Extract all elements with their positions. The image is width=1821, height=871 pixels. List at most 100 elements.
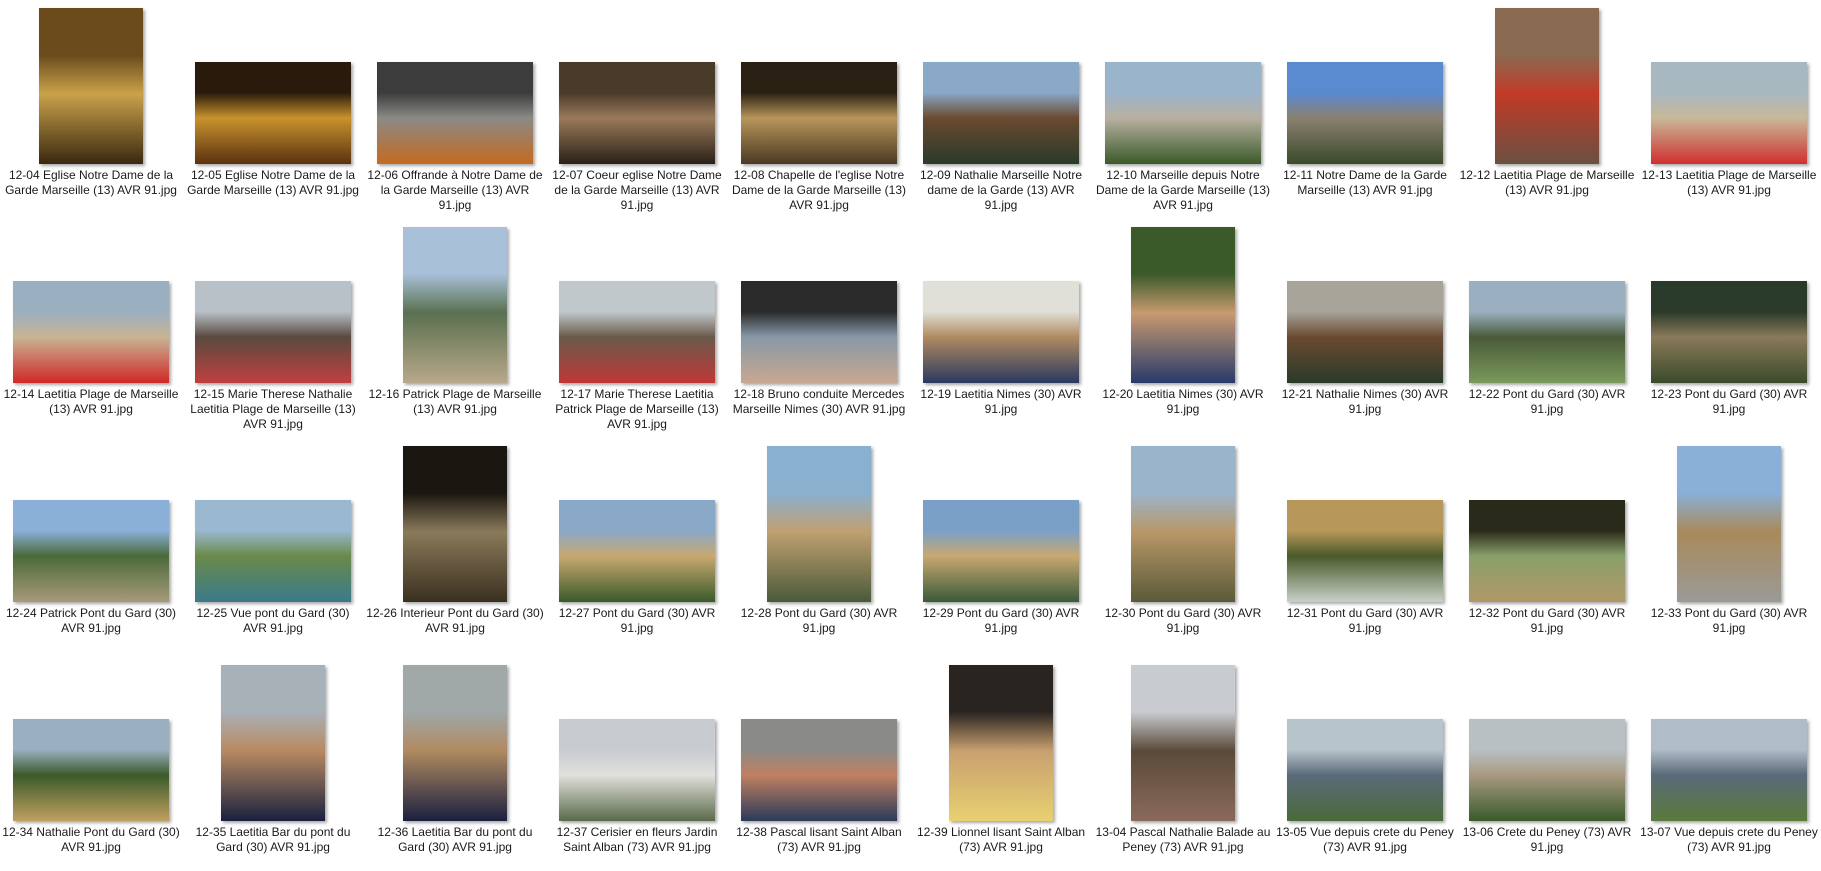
- file-item[interactable]: 13-05 Vue depuis crete du Peney (73) AVR…: [1274, 661, 1456, 871]
- file-name-label: 12-33 Pont du Gard (30) AVR 91.jpg: [1650, 606, 1808, 635]
- file-item[interactable]: 12-39 Lionnel lisant Saint Alban (73) AV…: [910, 661, 1092, 871]
- file-item[interactable]: 12-23 Pont du Gard (30) AVR 91.jpg: [1638, 223, 1820, 433]
- photo-thumbnail[interactable]: [221, 665, 325, 821]
- file-item[interactable]: 12-30 Pont du Gard (30) AVR 91.jpg: [1092, 442, 1274, 652]
- file-item[interactable]: 13-07 Vue depuis crete du Peney (73) AVR…: [1638, 661, 1820, 871]
- file-item[interactable]: 12-12 Laetitia Plage de Marseille (13) A…: [1456, 4, 1638, 214]
- file-item[interactable]: 12-18 Bruno conduite Mercedes Marseille …: [728, 223, 910, 433]
- thumbnail-frame: [364, 4, 546, 164]
- photo-thumbnail[interactable]: [1495, 8, 1599, 164]
- photo-thumbnail[interactable]: [1651, 62, 1807, 164]
- photo-thumbnail[interactable]: [13, 500, 169, 602]
- photo-thumbnail[interactable]: [195, 281, 351, 383]
- file-item[interactable]: 12-21 Nathalie Nimes (30) AVR 91.jpg: [1274, 223, 1456, 433]
- photo-thumbnail[interactable]: [195, 500, 351, 602]
- file-item[interactable]: 12-38 Pascal lisant Saint Alban (73) AVR…: [728, 661, 910, 871]
- file-item[interactable]: 12-20 Laetitia Nimes (30) AVR 91.jpg: [1092, 223, 1274, 433]
- file-item[interactable]: 12-13 Laetitia Plage de Marseille (13) A…: [1638, 4, 1820, 214]
- photo-thumbnail[interactable]: [1469, 500, 1625, 602]
- file-item[interactable]: 12-16 Patrick Plage de Marseille (13) AV…: [364, 223, 546, 433]
- photo-thumbnail[interactable]: [1287, 62, 1443, 164]
- photo-thumbnail[interactable]: [559, 719, 715, 821]
- file-name-label: 12-35 Laetitia Bar du pont du Gard (30) …: [195, 825, 351, 854]
- photo-thumbnail[interactable]: [13, 281, 169, 383]
- file-item[interactable]: 12-29 Pont du Gard (30) AVR 91.jpg: [910, 442, 1092, 652]
- file-item[interactable]: 12-22 Pont du Gard (30) AVR 91.jpg: [1456, 223, 1638, 433]
- photo-thumbnail[interactable]: [39, 8, 143, 164]
- thumbnail-frame: [182, 223, 364, 383]
- thumbnail-frame: [364, 661, 546, 821]
- file-item[interactable]: 12-05 Eglise Notre Dame de la Garde Mars…: [182, 4, 364, 214]
- thumbnail-frame: [546, 442, 728, 602]
- file-item[interactable]: 12-11 Notre Dame de la Garde Marseille (…: [1274, 4, 1456, 214]
- photo-thumbnail[interactable]: [1469, 719, 1625, 821]
- file-item[interactable]: 12-27 Pont du Gard (30) AVR 91.jpg: [546, 442, 728, 652]
- file-name-label: 12-37 Cerisier en fleurs Jardin Saint Al…: [556, 825, 718, 854]
- file-item[interactable]: 13-06 Crete du Peney (73) AVR 91.jpg: [1456, 661, 1638, 871]
- file-item[interactable]: 12-32 Pont du Gard (30) AVR 91.jpg: [1456, 442, 1638, 652]
- photo-thumbnail[interactable]: [377, 62, 533, 164]
- photo-thumbnail[interactable]: [1287, 281, 1443, 383]
- file-item[interactable]: 12-37 Cerisier en fleurs Jardin Saint Al…: [546, 661, 728, 871]
- file-name-label: 13-07 Vue depuis crete du Peney (73) AVR…: [1640, 825, 1818, 854]
- file-item[interactable]: 12-04 Eglise Notre Dame de la Garde Mars…: [0, 4, 182, 214]
- photo-thumbnail[interactable]: [13, 719, 169, 821]
- photo-thumbnail[interactable]: [1469, 281, 1625, 383]
- thumbnail-frame: [910, 4, 1092, 164]
- photo-thumbnail[interactable]: [741, 719, 897, 821]
- thumbnail-frame: [1456, 661, 1638, 821]
- photo-thumbnail[interactable]: [767, 446, 871, 602]
- photo-thumbnail[interactable]: [403, 665, 507, 821]
- file-item[interactable]: 12-07 Coeur eglise Notre Dame de la Gard…: [546, 4, 728, 214]
- file-item[interactable]: 12-06 Offrande à Notre Dame de la Garde …: [364, 4, 546, 214]
- file-item[interactable]: 12-31 Pont du Gard (30) AVR 91.jpg: [1274, 442, 1456, 652]
- file-name-label: 12-24 Patrick Pont du Gard (30) AVR 91.j…: [5, 606, 177, 635]
- photo-thumbnail[interactable]: [195, 62, 351, 164]
- file-item[interactable]: 12-08 Chapelle de l'eglise Notre Dame de…: [728, 4, 910, 214]
- file-item[interactable]: 12-34 Nathalie Pont du Gard (30) AVR 91.…: [0, 661, 182, 871]
- file-item[interactable]: 12-33 Pont du Gard (30) AVR 91.jpg: [1638, 442, 1820, 652]
- file-name-label: 12-32 Pont du Gard (30) AVR 91.jpg: [1468, 606, 1626, 635]
- file-item[interactable]: 12-24 Patrick Pont du Gard (30) AVR 91.j…: [0, 442, 182, 652]
- file-item[interactable]: 13-04 Pascal Nathalie Balade au Peney (7…: [1092, 661, 1274, 871]
- photo-thumbnail[interactable]: [1651, 719, 1807, 821]
- file-name-label: 12-13 Laetitia Plage de Marseille (13) A…: [1641, 168, 1817, 197]
- photo-thumbnail[interactable]: [949, 665, 1053, 821]
- photo-thumbnail[interactable]: [923, 281, 1079, 383]
- photo-thumbnail[interactable]: [1677, 446, 1781, 602]
- file-name-label: 12-15 Marie Therese Nathalie Laetitia Pl…: [190, 387, 356, 431]
- thumbnail-frame: [1456, 442, 1638, 602]
- file-item[interactable]: 12-25 Vue pont du Gard (30) AVR 91.jpg: [182, 442, 364, 652]
- file-item[interactable]: 12-10 Marseille depuis Notre Dame de la …: [1092, 4, 1274, 214]
- photo-thumbnail[interactable]: [923, 500, 1079, 602]
- file-thumbnail-grid: 12-04 Eglise Notre Dame de la Garde Mars…: [0, 0, 1821, 854]
- photo-thumbnail[interactable]: [1131, 446, 1235, 602]
- file-item[interactable]: 12-15 Marie Therese Nathalie Laetitia Pl…: [182, 223, 364, 433]
- photo-thumbnail[interactable]: [559, 62, 715, 164]
- photo-thumbnail[interactable]: [559, 500, 715, 602]
- photo-thumbnail[interactable]: [403, 446, 507, 602]
- file-item[interactable]: 12-17 Marie Therese Laetitia Patrick Pla…: [546, 223, 728, 433]
- file-item[interactable]: 12-19 Laetitia Nimes (30) AVR 91.jpg: [910, 223, 1092, 433]
- photo-thumbnail[interactable]: [403, 227, 507, 383]
- photo-thumbnail[interactable]: [1651, 281, 1807, 383]
- photo-thumbnail[interactable]: [1131, 665, 1235, 821]
- photo-thumbnail[interactable]: [1287, 719, 1443, 821]
- photo-thumbnail[interactable]: [1105, 62, 1261, 164]
- file-item[interactable]: 12-26 Interieur Pont du Gard (30) AVR 91…: [364, 442, 546, 652]
- thumbnail-frame: [910, 442, 1092, 602]
- file-item[interactable]: 12-35 Laetitia Bar du pont du Gard (30) …: [182, 661, 364, 871]
- file-item[interactable]: 12-36 Laetitia Bar du pont du Gard (30) …: [364, 661, 546, 871]
- photo-thumbnail[interactable]: [741, 281, 897, 383]
- thumbnail-frame: [1638, 4, 1820, 164]
- thumbnail-frame: [1456, 223, 1638, 383]
- file-item[interactable]: 12-28 Pont du Gard (30) AVR 91.jpg: [728, 442, 910, 652]
- photo-thumbnail[interactable]: [559, 281, 715, 383]
- photo-thumbnail[interactable]: [741, 62, 897, 164]
- file-item[interactable]: 12-09 Nathalie Marseille Notre dame de l…: [910, 4, 1092, 214]
- file-item[interactable]: 12-14 Laetitia Plage de Marseille (13) A…: [0, 223, 182, 433]
- photo-thumbnail[interactable]: [1287, 500, 1443, 602]
- photo-thumbnail[interactable]: [923, 62, 1079, 164]
- photo-thumbnail[interactable]: [1131, 227, 1235, 383]
- thumbnail-frame: [1274, 661, 1456, 821]
